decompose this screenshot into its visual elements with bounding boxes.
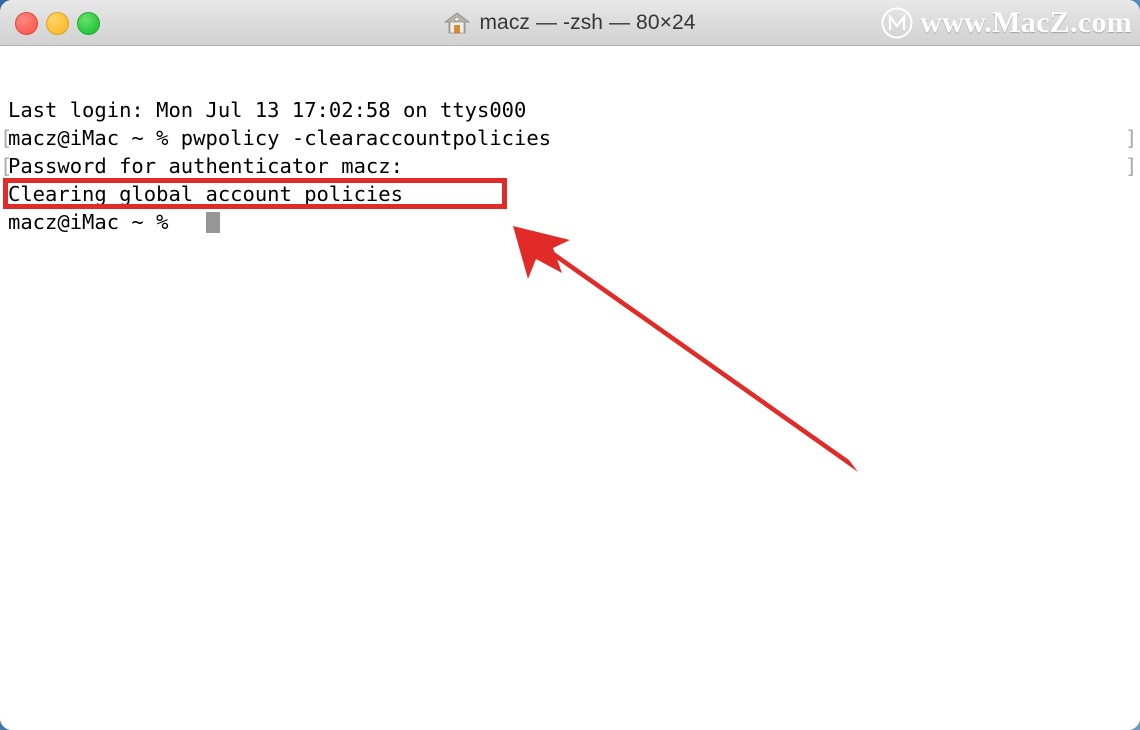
terminal-line: Last login: Mon Jul 13 17:02:58 on ttys0… xyxy=(8,98,527,122)
close-button[interactable] xyxy=(15,12,38,35)
house-icon xyxy=(444,12,471,34)
minimize-button[interactable] xyxy=(46,12,69,35)
desktop-background: macz — -zsh — 80×24 www.MacZ.com [ [ ] ]… xyxy=(0,0,1140,730)
terminal-line: macz@iMac ~ % pwpolicy -clearaccountpoli… xyxy=(8,126,552,150)
watermark-text: www.MacZ.com xyxy=(920,6,1132,39)
window-title: macz — -zsh — 80×24 xyxy=(479,11,696,34)
circled-m-logo-icon xyxy=(881,7,913,39)
terminal-cursor xyxy=(206,212,220,233)
terminal-line: Password for authenticator macz: xyxy=(8,154,403,178)
terminal-line: Clearing global account policies xyxy=(8,182,403,206)
terminal-output-area[interactable]: [ [ ] ] Last login: Mon Jul 13 17:02:58 … xyxy=(0,46,1140,730)
prompt-mark-right: ] xyxy=(1125,126,1138,150)
prompt-mark-right: ] xyxy=(1125,154,1138,178)
maximize-button[interactable] xyxy=(77,12,100,35)
terminal-line: macz@iMac ~ % xyxy=(8,210,181,234)
window-controls xyxy=(15,12,100,35)
window-titlebar: macz — -zsh — 80×24 www.MacZ.com xyxy=(0,0,1140,46)
watermark: www.MacZ.com xyxy=(881,3,1132,43)
terminal-window: macz — -zsh — 80×24 www.MacZ.com [ [ ] ]… xyxy=(0,0,1140,730)
